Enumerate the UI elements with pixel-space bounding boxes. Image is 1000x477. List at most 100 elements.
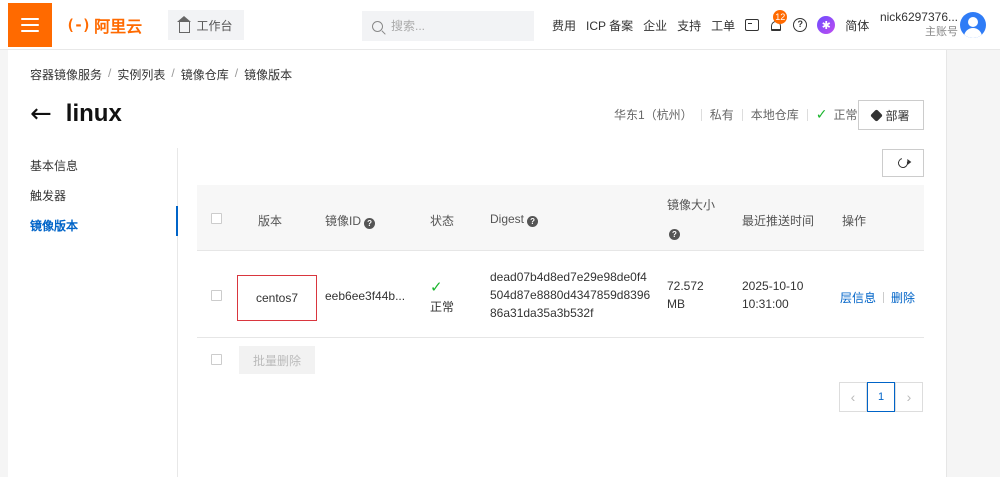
- version-cell-highlight: centos7: [237, 275, 317, 321]
- nav-icp[interactable]: ICP 备案: [586, 17, 633, 34]
- layer-info-link[interactable]: 层信息: [840, 291, 876, 305]
- select-all-checkbox[interactable]: [211, 213, 222, 224]
- side-active-indicator: [176, 206, 178, 236]
- status-check-icon: ✓: [815, 106, 828, 122]
- page-header: ← linux: [30, 100, 122, 128]
- repo-visibility: 私有: [709, 108, 734, 122]
- workbench-label: 工作台: [196, 18, 233, 33]
- col-header-operations: 操作: [842, 214, 867, 228]
- search-input[interactable]: [391, 19, 521, 33]
- repo-type: 本地仓库: [750, 108, 799, 122]
- meta-divider: [700, 108, 702, 121]
- col-header-status: 状态: [430, 214, 455, 228]
- nav-ticket[interactable]: 工单: [711, 17, 735, 34]
- deploy-button[interactable]: 部署: [858, 100, 924, 130]
- language-switch[interactable]: 简体: [845, 17, 869, 34]
- pagination-next-button[interactable]: ›: [895, 382, 923, 412]
- row-operations: 层信息 删除: [840, 289, 915, 306]
- size-value: 72.572 MB: [667, 277, 704, 313]
- page-frame-left: [0, 50, 8, 477]
- digest-line: 504d87e8880d4347859d8396: [490, 288, 651, 302]
- side-item-triggers[interactable]: 触发器: [30, 187, 66, 204]
- deploy-icon: [870, 108, 884, 122]
- help-circle-icon[interactable]: ?: [669, 229, 680, 240]
- deploy-label: 部署: [885, 108, 910, 123]
- pushed-date: 2025-10-10: [742, 279, 804, 293]
- nav-support[interactable]: 支持: [677, 17, 701, 34]
- terminal-icon[interactable]: [745, 19, 760, 31]
- size-unit: MB: [667, 297, 685, 311]
- nav-billing[interactable]: 费用: [552, 17, 576, 34]
- help-icon[interactable]: ?: [793, 18, 808, 32]
- col-header-version: 版本: [258, 214, 283, 228]
- breadcrumb-item[interactable]: 容器镜像服务: [30, 66, 102, 83]
- help-circle-icon[interactable]: ?: [364, 218, 376, 229]
- refresh-icon: [896, 156, 910, 170]
- breadcrumb-separator: /: [108, 66, 112, 80]
- side-item-image-versions[interactable]: 镜像版本: [30, 217, 78, 234]
- version-value: centos7: [255, 291, 299, 305]
- hamburger-menu-icon[interactable]: [8, 3, 52, 47]
- table-header: 版本 镜像ID? 状态 Digest? 镜像大小 ? 最近推送时间 操作: [197, 185, 924, 251]
- global-search[interactable]: [362, 11, 534, 41]
- breadcrumb-current: 镜像版本: [244, 68, 293, 82]
- pagination-prev-button[interactable]: ‹: [839, 382, 867, 412]
- image-id-value: eeb6ee3f44b...: [325, 289, 406, 303]
- user-role: 主账号: [925, 26, 958, 38]
- size-number: 72.572: [667, 279, 704, 293]
- nav-enterprise[interactable]: 企业: [643, 17, 667, 34]
- page-frame-right: [946, 50, 1000, 477]
- col-header-image-id-text: 镜像ID: [325, 214, 362, 228]
- batch-delete-button[interactable]: 批量删除: [239, 346, 315, 374]
- pushed-time-value: 2025-10-10 10:31:00: [742, 277, 803, 313]
- logo-text: 阿里云: [94, 19, 143, 36]
- avatar[interactable]: [960, 12, 986, 38]
- repo-status: 正常: [833, 108, 858, 122]
- breadcrumb-item[interactable]: 镜像仓库: [181, 66, 229, 83]
- pagination: ‹ 1 ›: [839, 382, 923, 412]
- batch-select-checkbox[interactable]: [211, 354, 222, 365]
- status-value: 正常: [430, 300, 455, 314]
- repo-meta: 华东1（杭州） 私有 本地仓库 ✓ 正常: [614, 106, 857, 123]
- notification-bell-icon[interactable]: 12: [769, 10, 788, 33]
- refresh-button[interactable]: [882, 149, 924, 177]
- breadcrumb: 容器镜像服务 / 实例列表 / 镜像仓库 / 镜像版本: [30, 66, 292, 83]
- row-checkbox[interactable]: [211, 290, 222, 301]
- breadcrumb-separator: /: [171, 66, 175, 80]
- aliyun-logo[interactable]: (-) 阿里云: [66, 14, 142, 36]
- aliyun-logo-mark-icon: (-): [66, 16, 91, 34]
- digest-line: 86a31da35a3b532f: [490, 306, 594, 320]
- user-account[interactable]: nick6297376... 主账号: [876, 10, 958, 40]
- home-icon: [177, 15, 192, 33]
- breadcrumb-item[interactable]: 实例列表: [117, 66, 165, 83]
- table-row: centos7 eeb6ee3f44b... ✓ 正常 dead07b4d8ed…: [197, 252, 924, 338]
- side-item-basic-info[interactable]: 基本信息: [30, 157, 78, 174]
- status-check-icon: ✓: [430, 279, 443, 296]
- col-header-image-id: 镜像ID?: [325, 212, 376, 229]
- user-name: nick6297376...: [879, 10, 958, 24]
- col-header-digest-text: Digest: [490, 212, 525, 226]
- notification-badge: 12: [773, 10, 788, 24]
- help-circle-icon[interactable]: ?: [527, 216, 539, 227]
- repo-region: 华东1（杭州）: [614, 108, 693, 122]
- back-arrow-icon[interactable]: ←: [30, 101, 52, 127]
- digest-value: dead07b4d8ed7e29e98de0f4 504d87e8880d434…: [490, 268, 650, 322]
- col-header-size: 镜像大小: [667, 198, 716, 212]
- search-icon: [372, 20, 383, 32]
- pushed-time: 10:31:00: [742, 297, 789, 311]
- meta-divider: [806, 108, 808, 121]
- col-header-digest: Digest?: [490, 212, 539, 227]
- top-nav-links: 费用 ICP 备案 企业 支持 工单 12 ? ✱ 简体: [552, 0, 869, 50]
- ai-assistant-icon[interactable]: ✱: [817, 16, 836, 34]
- digest-line: dead07b4d8ed7e29e98de0f4: [490, 270, 647, 284]
- col-header-pushed-time: 最近推送时间: [742, 214, 815, 228]
- side-menu: 基本信息 触发器 镜像版本: [8, 148, 178, 477]
- pagination-current-page[interactable]: 1: [867, 382, 895, 412]
- top-navigation-bar: (-) 阿里云 工作台 费用 ICP 备案 企业 支持 工单 12 ? ✱ 简体…: [0, 0, 1000, 50]
- breadcrumb-separator: /: [234, 66, 239, 80]
- delete-link[interactable]: 删除: [891, 291, 915, 305]
- workbench-button[interactable]: 工作台: [168, 10, 244, 40]
- page-title: linux: [65, 100, 122, 127]
- meta-divider: [741, 108, 743, 121]
- op-divider: [883, 292, 885, 303]
